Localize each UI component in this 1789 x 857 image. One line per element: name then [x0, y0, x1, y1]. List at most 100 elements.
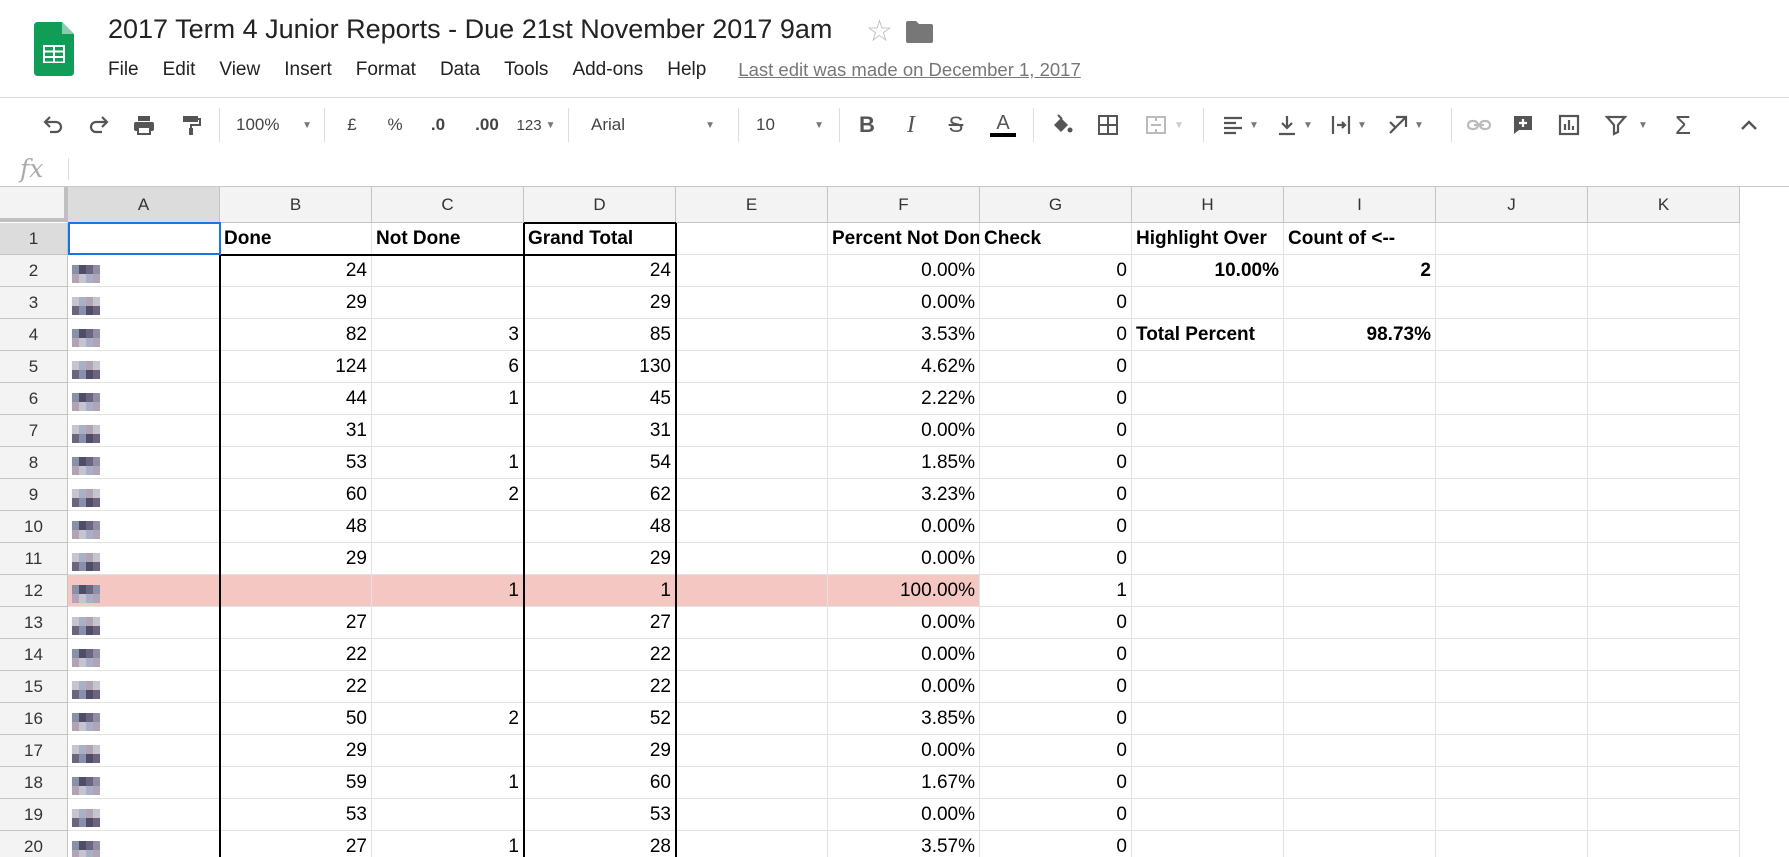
- cell-h11[interactable]: [1132, 543, 1284, 575]
- cell-i8[interactable]: [1284, 447, 1436, 479]
- cell-not-done[interactable]: 3: [372, 319, 524, 351]
- label-total-percent[interactable]: Total Percent: [1132, 319, 1284, 351]
- cell-grand-total[interactable]: 1: [524, 575, 676, 607]
- cell-a10[interactable]: [68, 511, 220, 543]
- row-header-3[interactable]: 3: [0, 287, 68, 319]
- cell-i20[interactable]: [1284, 831, 1436, 857]
- column-header-a[interactable]: A: [68, 187, 220, 223]
- cell-grand-total[interactable]: 53: [524, 799, 676, 831]
- cell-percent-not-done[interactable]: 3.23%: [828, 479, 980, 511]
- cell-e11[interactable]: [676, 543, 828, 575]
- cell-grand-total[interactable]: 130: [524, 351, 676, 383]
- cell-check[interactable]: 0: [980, 543, 1132, 575]
- cell-k2[interactable]: [1588, 255, 1740, 287]
- cell-i3[interactable]: [1284, 287, 1436, 319]
- menu-tools[interactable]: Tools: [492, 56, 560, 84]
- cell-j1[interactable]: [1436, 223, 1588, 255]
- cell-not-done[interactable]: [372, 671, 524, 703]
- redo-icon[interactable]: [82, 98, 116, 152]
- cell-i10[interactable]: [1284, 511, 1436, 543]
- cell-j5[interactable]: [1436, 351, 1588, 383]
- cell-grand-total[interactable]: 29: [524, 543, 676, 575]
- cell-grand-total[interactable]: 52: [524, 703, 676, 735]
- row-header-9[interactable]: 9: [0, 479, 68, 511]
- cell-done[interactable]: 29: [220, 287, 372, 319]
- value-highlight-over[interactable]: 10.00%: [1132, 255, 1284, 287]
- folder-icon[interactable]: [906, 21, 933, 43]
- row-header-13[interactable]: 13: [0, 607, 68, 639]
- cell-check[interactable]: 1: [980, 575, 1132, 607]
- cell-not-done[interactable]: [372, 799, 524, 831]
- cell-j3[interactable]: [1436, 287, 1588, 319]
- print-icon[interactable]: [127, 98, 161, 152]
- cell-e2[interactable]: [676, 255, 828, 287]
- menu-data[interactable]: Data: [428, 56, 492, 84]
- menu-edit[interactable]: Edit: [151, 56, 208, 84]
- row-header-16[interactable]: 16: [0, 703, 68, 735]
- cell-check[interactable]: 0: [980, 671, 1132, 703]
- row-header-15[interactable]: 15: [0, 671, 68, 703]
- cell-not-done[interactable]: [372, 511, 524, 543]
- cell-percent-not-done[interactable]: 100.00%: [828, 575, 980, 607]
- cell-h5[interactable]: [1132, 351, 1284, 383]
- cell-percent-not-done[interactable]: 3.57%: [828, 831, 980, 857]
- row-header-12[interactable]: 12: [0, 575, 68, 607]
- cell-done[interactable]: 27: [220, 607, 372, 639]
- cell-not-done[interactable]: 1: [372, 447, 524, 479]
- cell-a2[interactable]: [68, 255, 220, 287]
- cell-h20[interactable]: [1132, 831, 1284, 857]
- header-check[interactable]: Check: [980, 223, 1132, 255]
- vertical-align-icon[interactable]: ▼: [1270, 98, 1318, 152]
- cell-h7[interactable]: [1132, 415, 1284, 447]
- currency-format-button[interactable]: £: [337, 98, 367, 152]
- cell-i5[interactable]: [1284, 351, 1436, 383]
- cell-j9[interactable]: [1436, 479, 1588, 511]
- cell-j6[interactable]: [1436, 383, 1588, 415]
- cell-percent-not-done[interactable]: 0.00%: [828, 415, 980, 447]
- cell-h19[interactable]: [1132, 799, 1284, 831]
- cell-e8[interactable]: [676, 447, 828, 479]
- column-header-h[interactable]: H: [1132, 187, 1284, 223]
- menu-view[interactable]: View: [207, 56, 272, 84]
- insert-chart-icon[interactable]: [1552, 98, 1586, 152]
- cell-grand-total[interactable]: 54: [524, 447, 676, 479]
- cell-a15[interactable]: [68, 671, 220, 703]
- menu-addons[interactable]: Add-ons: [560, 56, 655, 84]
- cell-check[interactable]: 0: [980, 415, 1132, 447]
- column-header-e[interactable]: E: [676, 187, 828, 223]
- row-header-19[interactable]: 19: [0, 799, 68, 831]
- cell-percent-not-done[interactable]: 4.62%: [828, 351, 980, 383]
- cell-e15[interactable]: [676, 671, 828, 703]
- text-rotation-icon[interactable]: ▼: [1378, 98, 1432, 152]
- cell-j7[interactable]: [1436, 415, 1588, 447]
- cell-grand-total[interactable]: 48: [524, 511, 676, 543]
- cell-percent-not-done[interactable]: 1.85%: [828, 447, 980, 479]
- cell-a9[interactable]: [68, 479, 220, 511]
- cell-done[interactable]: 124: [220, 351, 372, 383]
- paint-format-icon[interactable]: [174, 98, 208, 152]
- column-header-f[interactable]: F: [828, 187, 980, 223]
- cell-not-done[interactable]: [372, 639, 524, 671]
- value-total-percent[interactable]: 98.73%: [1284, 319, 1436, 351]
- cell-k10[interactable]: [1588, 511, 1740, 543]
- cell-a17[interactable]: [68, 735, 220, 767]
- cell-percent-not-done[interactable]: 0.00%: [828, 639, 980, 671]
- column-header-d[interactable]: D: [524, 187, 676, 223]
- cell-h8[interactable]: [1132, 447, 1284, 479]
- cell-not-done[interactable]: [372, 607, 524, 639]
- cell-e6[interactable]: [676, 383, 828, 415]
- cell-done[interactable]: 60: [220, 479, 372, 511]
- cell-k5[interactable]: [1588, 351, 1740, 383]
- label-count-of[interactable]: Count of <--: [1284, 223, 1436, 255]
- cell-j15[interactable]: [1436, 671, 1588, 703]
- insert-comment-icon[interactable]: [1506, 98, 1540, 152]
- cell-grand-total[interactable]: 85: [524, 319, 676, 351]
- cell-percent-not-done[interactable]: 0.00%: [828, 511, 980, 543]
- cell-k15[interactable]: [1588, 671, 1740, 703]
- undo-icon[interactable]: [36, 98, 70, 152]
- cell-not-done[interactable]: [372, 543, 524, 575]
- cell-k17[interactable]: [1588, 735, 1740, 767]
- cell-check[interactable]: 0: [980, 479, 1132, 511]
- cell-j2[interactable]: [1436, 255, 1588, 287]
- cell-a18[interactable]: [68, 767, 220, 799]
